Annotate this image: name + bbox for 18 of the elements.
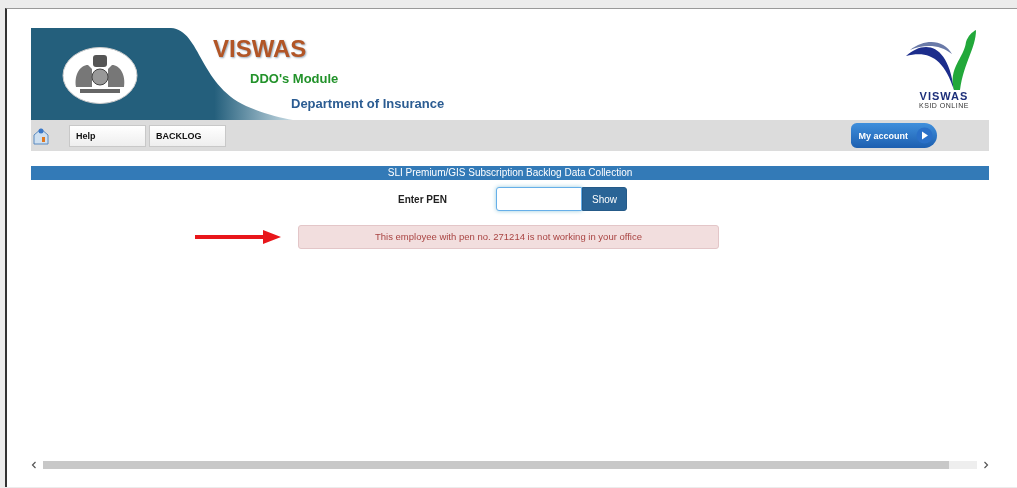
nav-button[interactable]: Help bbox=[69, 124, 146, 147]
home-icon[interactable] bbox=[33, 126, 49, 145]
play-icon bbox=[916, 127, 933, 144]
department-name: Department of Insurance bbox=[291, 96, 445, 111]
arrow-icon bbox=[195, 230, 281, 244]
pen-label: Enter PEN bbox=[398, 193, 448, 205]
emblem-icon bbox=[62, 47, 138, 104]
module-name: DDO's Module bbox=[250, 71, 339, 86]
logo-title: VISWAS bbox=[919, 90, 969, 102]
scroll-right-icon[interactable] bbox=[983, 461, 989, 469]
show-button[interactable]: Show bbox=[582, 187, 627, 211]
pen-input-field[interactable] bbox=[496, 187, 582, 211]
scroll-left-icon[interactable] bbox=[31, 461, 37, 469]
section-title: SLI Premium/GIS Subscription Backlog Data Collection bbox=[31, 166, 989, 180]
app-title: VISWAS bbox=[213, 35, 307, 63]
error-message: This employee with pen no. 271214 is not working in your office bbox=[298, 225, 719, 249]
nav-button[interactable]: BACKLOG bbox=[149, 124, 226, 147]
my-account-button[interactable]: My account bbox=[851, 123, 937, 148]
